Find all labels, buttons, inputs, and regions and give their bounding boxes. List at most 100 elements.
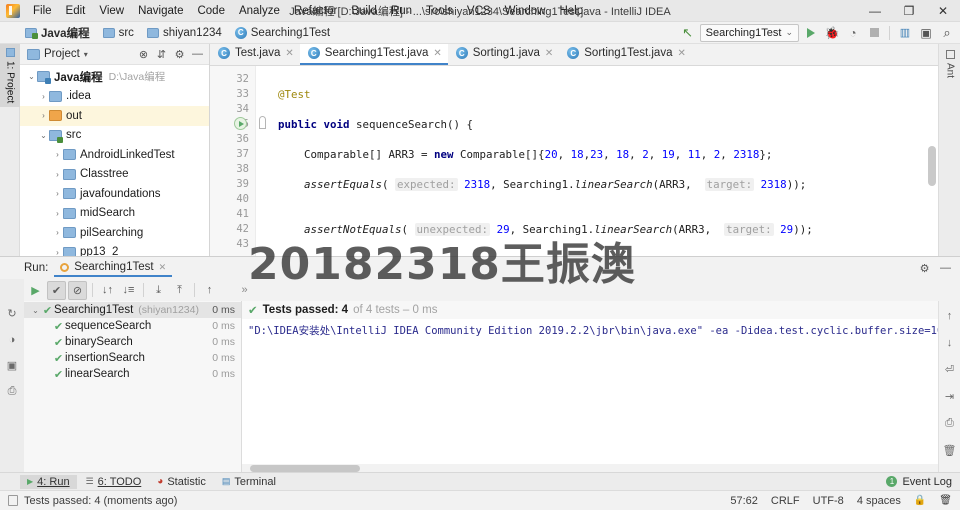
menu-item-file[interactable]: File [26, 3, 59, 19]
project-pane-title[interactable]: Project ▾ [44, 48, 88, 60]
chevron-right-icon[interactable]: › [38, 92, 49, 101]
tree-node-out[interactable]: › out [20, 106, 209, 126]
tree-node-idea[interactable]: › .idea [20, 87, 209, 107]
lock-icon[interactable]: 🔒 [914, 495, 926, 506]
menu-item-vcs[interactable]: VCS [460, 3, 498, 19]
menu-item-help[interactable]: Help [552, 3, 590, 19]
back-arrow-icon[interactable]: ↖ [679, 24, 697, 42]
show-passed-toggle[interactable]: ✔ [47, 280, 66, 300]
tree-node-src[interactable]: ⌄ src [20, 126, 209, 146]
close-icon[interactable]: ✕ [285, 48, 293, 59]
update-project-button[interactable]: ▣ [917, 24, 935, 42]
scroll-up-icon[interactable]: ↑ [941, 307, 958, 324]
menu-item-run[interactable]: Run [384, 3, 419, 19]
tree-node-pilsearching[interactable]: › pilSearching [20, 223, 209, 243]
sort-alphabetically-button[interactable]: ↓↑ [98, 281, 117, 300]
test-row-insertionsearch[interactable]: ✔ insertionSearch 0 ms [24, 350, 241, 366]
scroll-to-end-icon[interactable]: ⇥ [941, 388, 958, 405]
run-configuration-selector[interactable]: Searching1Test ⌄ [699, 23, 799, 42]
code-fold-icon[interactable] [259, 116, 266, 129]
stop-icon[interactable]: ▣ [4, 357, 21, 374]
tree-node-midsearch[interactable]: › midSearch [20, 204, 209, 224]
sidebar-item-ant[interactable]: Ant [940, 46, 960, 82]
collapse-scope-icon[interactable]: ⊗ [135, 46, 152, 63]
tree-node-androidlinkedtest[interactable]: › AndroidLinkedTest [20, 145, 209, 165]
test-row-binarysearch[interactable]: ✔ binarySearch 0 ms [24, 334, 241, 350]
print-icon[interactable]: ⎙ [941, 415, 958, 432]
editor-tab-sorting1[interactable]: C Sorting1.java ✕ [448, 44, 560, 65]
console-output[interactable]: "D:\IDEA安装处\IntelliJ IDEA Community Edit… [242, 319, 938, 464]
editor-tab-test[interactable]: C Test.java ✕ [210, 44, 300, 65]
test-row-linearsearch[interactable]: ✔ linearSearch 0 ms [24, 366, 241, 382]
collapse-all-icon[interactable]: ⇵ [153, 46, 170, 63]
chevron-right-icon[interactable]: › [52, 228, 63, 237]
more-options-button[interactable]: » [235, 281, 254, 300]
tool-window-statistic[interactable]: ◕ Statistic [150, 475, 213, 489]
close-icon[interactable]: ✕ [433, 48, 441, 59]
menu-item-build[interactable]: Build [344, 3, 384, 19]
clear-all-icon[interactable]: 🗑 [941, 442, 958, 459]
trash-icon[interactable]: 🗑 [939, 495, 952, 506]
search-icon[interactable]: ⌕ [938, 24, 956, 42]
close-icon[interactable]: ✕ [159, 262, 167, 273]
chevron-right-icon[interactable]: › [38, 111, 49, 120]
file-encoding[interactable]: UTF-8 [813, 495, 844, 507]
breadcrumb-module[interactable]: Java编程 [20, 24, 95, 42]
tool-window-terminal[interactable]: ▤ Terminal [215, 475, 283, 489]
menu-item-window[interactable]: Window [498, 3, 553, 19]
menu-item-code[interactable]: Code [190, 3, 232, 19]
tree-node-javafoundations[interactable]: › javafoundations [20, 184, 209, 204]
chevron-down-icon[interactable]: ⌄ [38, 131, 49, 140]
breadcrumb-src[interactable]: src [98, 26, 139, 40]
close-button[interactable]: ✕ [926, 0, 960, 22]
minimize-button[interactable]: — [858, 0, 892, 22]
rerun-icon[interactable]: ↻ [4, 305, 21, 322]
close-icon[interactable]: ✕ [545, 48, 553, 59]
sort-by-duration-button[interactable]: ↓≡ [119, 281, 138, 300]
run-with-coverage-button[interactable]: ◔ [844, 24, 862, 42]
rerun-failed-icon[interactable]: ◑ [4, 331, 21, 348]
tool-window-run[interactable]: ▶ 4: Run [20, 474, 77, 489]
breadcrumb-class[interactable]: C Searching1Test [230, 26, 335, 40]
run-test-gutter-icon[interactable] [234, 117, 247, 130]
run-button[interactable] [802, 24, 820, 42]
hide-panel-icon[interactable]: — [189, 46, 206, 63]
editor-tab-sorting1test[interactable]: C Sorting1Test.java ✕ [559, 44, 692, 65]
menu-item-edit[interactable]: Edit [59, 3, 93, 19]
settings-gear-icon[interactable]: ⚙ [171, 46, 188, 63]
test-row-suite[interactable]: ⌄ ✔ Searching1Test (shiyan1234) 0 ms [24, 302, 241, 318]
project-structure-button[interactable]: ▥ [896, 24, 914, 42]
close-icon[interactable]: ✕ [677, 48, 685, 59]
export-icon[interactable]: ⎙ [4, 383, 21, 400]
event-log-label[interactable]: Event Log [902, 476, 952, 488]
scroll-down-icon[interactable]: ↓ [941, 334, 958, 351]
editor-tab-searching1test[interactable]: C Searching1Test.java ✕ [299, 44, 448, 65]
chevron-down-icon[interactable]: ⌄ [26, 72, 37, 81]
chevron-right-icon[interactable]: › [52, 209, 63, 218]
menu-item-tools[interactable]: Tools [419, 3, 460, 19]
menu-item-analyze[interactable]: Analyze [232, 3, 287, 19]
breadcrumb-package[interactable]: shiyan1234 [142, 26, 227, 40]
caret-position[interactable]: 57:62 [730, 495, 758, 507]
chevron-right-icon[interactable]: › [52, 170, 63, 179]
settings-gear-icon[interactable]: ⚙ [916, 260, 933, 277]
chevron-down-icon[interactable]: ⌄ [30, 306, 41, 315]
previous-failed-button[interactable]: ↑ [200, 281, 219, 300]
tool-window-todo[interactable]: ☰ 6: TODO [79, 475, 149, 489]
debug-button[interactable]: 🐞 [823, 24, 841, 42]
line-separator[interactable]: CRLF [771, 495, 800, 507]
menu-item-view[interactable]: View [92, 3, 131, 19]
collapse-all-button[interactable]: ⤒ [170, 281, 189, 300]
chevron-right-icon[interactable]: › [52, 150, 63, 159]
sidebar-item-project[interactable]: 1: Project [0, 44, 20, 108]
maximize-button[interactable]: ❐ [892, 0, 926, 22]
expand-all-button[interactable]: ⤓ [149, 281, 168, 300]
soft-wrap-icon[interactable]: ⏎ [941, 361, 958, 378]
run-tab-searching1test[interactable]: Searching1Test ✕ [54, 259, 173, 277]
test-row-sequencesearch[interactable]: ✔ sequenceSearch 0 ms [24, 318, 241, 334]
tree-node-module[interactable]: ⌄ Java编程 D:\Java编程 [20, 67, 209, 87]
menu-item-refactor[interactable]: Refactor [287, 3, 344, 19]
hide-panel-icon[interactable]: — [937, 260, 954, 277]
editor-vertical-scrollbar[interactable] [928, 146, 936, 186]
stop-button[interactable] [865, 24, 883, 42]
